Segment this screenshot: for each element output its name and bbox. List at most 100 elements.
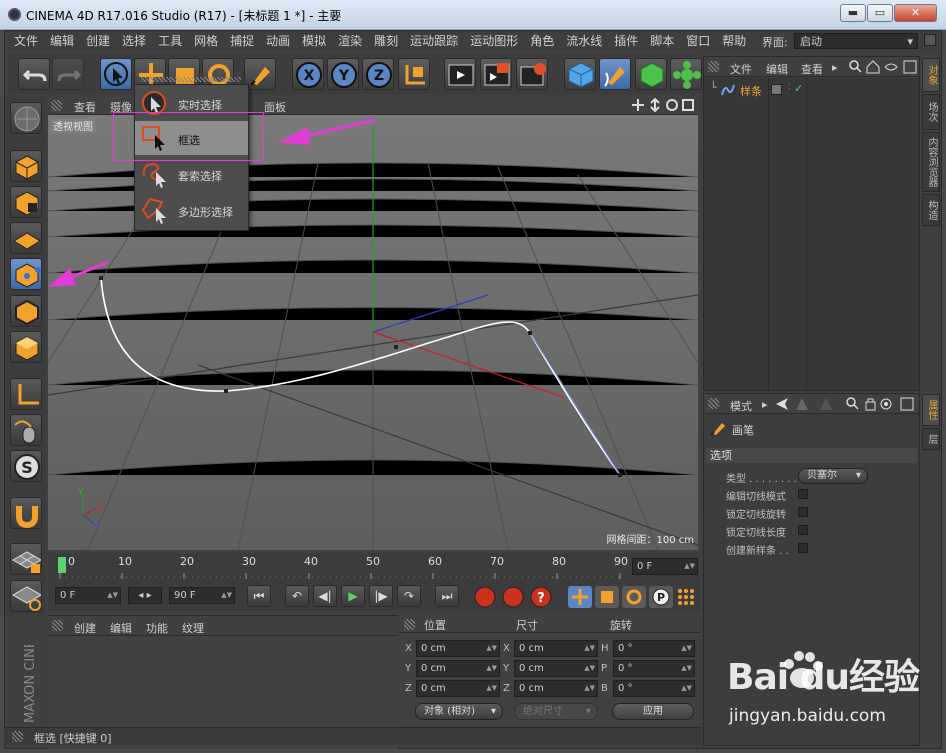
size-mode-select[interactable]: 绝对尺寸 ▾ [514,703,598,720]
menu-simulate[interactable]: 模拟 [296,31,332,51]
attribute-tool-icons[interactable] [774,397,919,411]
menu-mesh[interactable]: 网格 [188,31,224,51]
pla-icon[interactable] [678,589,694,605]
edges-mode-button[interactable] [10,295,42,327]
object-menu-edit[interactable]: 编辑 [766,61,788,77]
lock-icon[interactable] [865,401,876,411]
coordinate-system-button[interactable] [398,58,430,90]
menu-animate[interactable]: 动画 [260,31,296,51]
render-view-button[interactable] [444,58,476,90]
menu-file[interactable]: 文件 [8,31,44,51]
playhead[interactable] [58,557,66,573]
cube-object-button[interactable] [564,58,596,90]
frame-range-slider[interactable]: ◂ ▸ [128,587,162,604]
menu-script[interactable]: 脚本 [644,31,680,51]
x-axis-lock-button[interactable]: X [292,58,324,90]
rot-p-field[interactable]: 0 ° ▲▼ [613,660,695,677]
tab-takes[interactable]: 场次 [922,94,940,130]
picture-viewer-button[interactable] [480,58,512,90]
texture-mode-button[interactable] [10,186,42,218]
lock-tangent-length-checkbox[interactable] [798,525,808,535]
viewport-nav-icons[interactable] [631,98,695,113]
menu-snap[interactable]: 捕捉 [224,31,260,51]
tab-structure[interactable]: 构造 [922,194,940,226]
rot-h-field[interactable]: 0 ° ▲▼ [613,640,695,657]
next-frame-button[interactable]: |▶ [369,585,393,607]
timeline[interactable]: 0 10 20 30 40 50 60 70 80 90 0 F ▲▼ [48,553,700,583]
solo-button[interactable]: S [10,450,42,482]
search-icon[interactable] [846,397,856,407]
object-menu-file[interactable]: 文件 [730,61,752,77]
enable-axis-button[interactable] [10,378,42,410]
pos-y-field[interactable]: 0 cm ▲▼ [416,660,500,677]
autokey-icon[interactable] [502,586,524,608]
previous-key-button[interactable]: ↶ [285,585,309,607]
live-selection-button[interactable] [100,58,132,90]
array-button[interactable] [670,58,702,90]
y-axis-lock-button[interactable]: Y [327,58,359,90]
material-menu-edit[interactable]: 编辑 [110,620,132,636]
up-arrow-icon[interactable] [796,398,808,410]
back-arrow-icon[interactable] [776,398,788,410]
rot-b-field[interactable]: 0 ° ▲▼ [613,680,695,697]
make-editable-button[interactable] [10,102,42,134]
type-select[interactable]: 贝塞尔 ▾ [798,468,868,484]
end-frame-field[interactable]: 90 F ▲▼ [169,587,235,604]
tweak-mode-button[interactable] [10,414,42,446]
layer-icon[interactable] [771,84,782,95]
home-icon[interactable] [866,60,880,74]
object-row-spline[interactable]: └ 样条 ⁚ ✓ [704,81,919,98]
menu-tools[interactable]: 工具 [152,31,188,51]
forward-arrow-icon[interactable] [820,398,832,410]
apply-button[interactable]: 应用 [612,703,694,720]
play-button[interactable]: ▶ [341,585,365,607]
object-manager-tool-icons[interactable] [849,60,919,74]
goto-end-button[interactable]: ⏭ [435,585,459,607]
menu-window[interactable]: 窗口 [680,31,716,51]
menu-sculpt[interactable]: 雕刻 [368,31,404,51]
viewport-menu-panel[interactable]: 面板 [264,99,286,115]
rotate-key-icon[interactable] [622,586,646,608]
layout-select[interactable]: 启动 ▾ [794,33,918,49]
menu-plugins[interactable]: 插件 [608,31,644,51]
pos-x-field[interactable]: 0 cm ▲▼ [416,640,500,657]
create-new-spline-checkbox[interactable] [798,543,808,553]
size-z-field[interactable]: 0 cm ▲▼ [514,680,598,697]
edit-tangent-mode-checkbox[interactable] [798,489,808,499]
menu-motion-tracker[interactable]: 运动跟踪 [404,31,464,51]
maximize-button[interactable]: ▭ [867,4,893,22]
viewport-menu-view[interactable]: 查看 [74,99,96,115]
redo-button[interactable] [52,58,84,90]
object-menu-view[interactable]: 查看 [801,61,823,77]
new-window-icon[interactable] [903,60,917,74]
start-frame-field[interactable]: 0 F ▲▼ [55,587,121,604]
subdivision-surface-button[interactable] [635,58,667,90]
points-mode-button[interactable] [10,258,42,290]
attribute-menu-mode[interactable]: 模式 [730,398,752,414]
spline-pen-button[interactable] [599,58,631,90]
size-x-field[interactable]: 0 cm ▲▼ [514,640,598,657]
current-frame-field[interactable]: 0 F ▲▼ [632,558,698,575]
material-menu-create[interactable]: 创建 [74,620,96,636]
close-button[interactable]: ✕ [894,4,937,22]
tab-layers[interactable]: 层 [922,428,940,450]
eye-icon[interactable] [884,63,898,71]
grid-lock-button[interactable] [10,543,42,575]
menu-pipeline[interactable]: 流水线 [560,31,608,51]
snap-button[interactable] [10,497,42,529]
new-window-icon[interactable] [900,397,914,411]
material-menu-function[interactable]: 功能 [146,620,168,636]
undo-button[interactable] [18,58,50,90]
grid-rotate-button[interactable] [10,580,42,612]
workplane-button[interactable] [10,222,42,254]
visibility-dots-icon[interactable]: ⁚ [788,82,791,91]
next-key-button[interactable]: ↷ [397,585,421,607]
polygons-mode-button[interactable] [10,331,42,363]
menu-render[interactable]: 渲染 [332,31,368,51]
menu-mograph[interactable]: 运动图形 [464,31,524,51]
tab-content-browser[interactable]: 内容浏览器 [922,132,940,192]
menu-character[interactable]: 角色 [524,31,560,51]
tab-objects[interactable]: 对象 [922,58,940,92]
menu-create[interactable]: 创建 [80,31,116,51]
coordinate-mode-select[interactable]: 对象 (相对) ▾ [415,703,503,720]
